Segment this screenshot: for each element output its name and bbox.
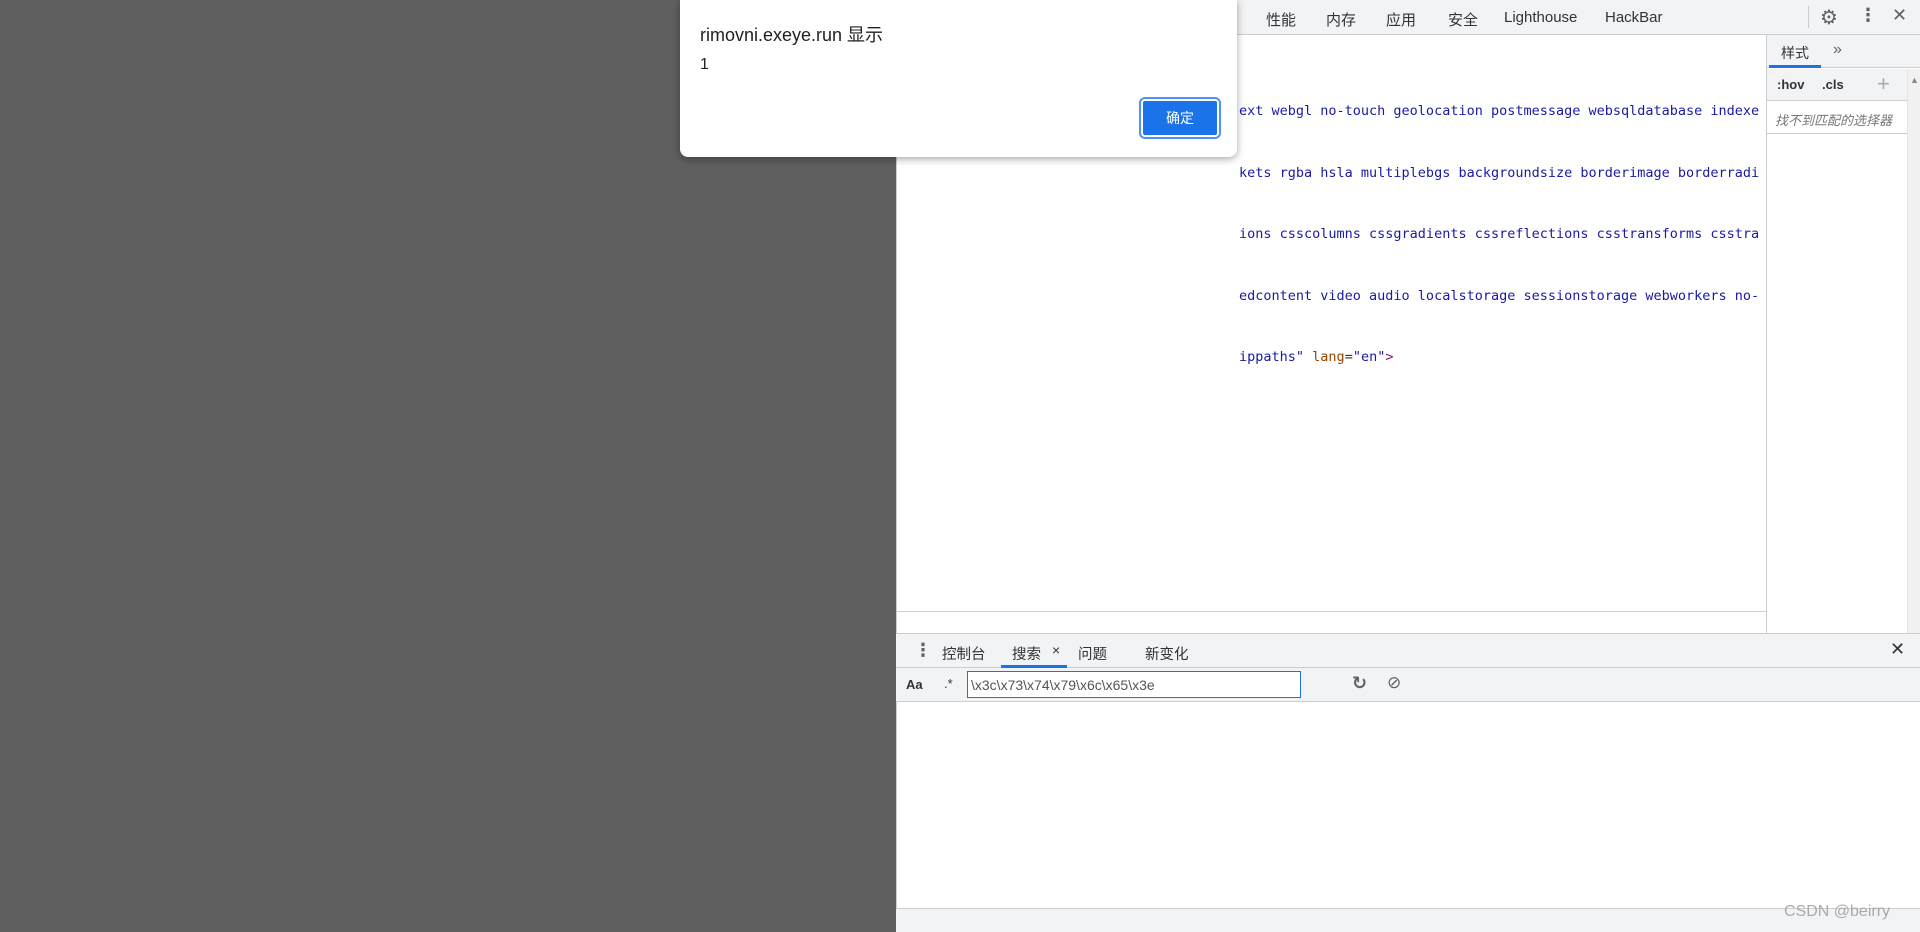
regex-button[interactable]: .* (944, 676, 953, 691)
hov-button[interactable]: :hov (1777, 77, 1804, 92)
watermark: CSDN @beirry (1784, 903, 1891, 920)
code-line: edcontent video audio localstorage sessi… (1239, 287, 1760, 304)
ok-button[interactable]: 确定 (1139, 97, 1221, 139)
status-bar (896, 908, 1920, 932)
alert-dialog: rimovni.exeye.run 显示 1 确定 (680, 0, 1237, 157)
code-line: ext webgl no-touch geolocation postmessa… (1239, 103, 1760, 119)
styles-toolbar: :hov .cls + (1767, 69, 1907, 101)
divider (1808, 6, 1809, 28)
elements-dom-tree[interactable]: ext webgl no-touch geolocation postmessa… (1239, 60, 1764, 388)
dialog-title: rimovni.exeye.run 显示 (700, 25, 884, 45)
styles-pane: 样式 » :hov .cls + 找不到匹配的选择器 ▲ (1766, 35, 1920, 633)
close-icon[interactable]: ✕ (1892, 5, 1907, 26)
search-toolbar: Aa .* ↻ ⊘ (896, 668, 1920, 702)
cls-button[interactable]: .cls (1822, 77, 1844, 92)
code-line: ippaths" lang="en"> (1239, 347, 1764, 368)
match-case-button[interactable]: Aa (906, 677, 923, 692)
clear-icon[interactable]: ⊘ (1387, 673, 1401, 693)
tag-close: > (1385, 349, 1394, 365)
tab-issues[interactable]: 问题 (1078, 643, 1107, 664)
tab-hackbar[interactable]: HackBar (1605, 9, 1663, 26)
tab-memory[interactable]: 内存 (1326, 9, 1356, 30)
tab-styles[interactable]: 样式 (1781, 43, 1809, 63)
drawer-tab-bar: ⋮ 控制台 搜索 × 问题 新变化 ✕ (896, 633, 1920, 668)
attr-name: lang (1312, 349, 1345, 365)
more-vertical-icon[interactable]: ⋮ (1859, 5, 1877, 26)
tab-application[interactable]: 应用 (1386, 9, 1416, 30)
code-line: kets rgba hsla multiplebgs backgroundsiz… (1239, 164, 1760, 181)
more-tabs-chevron-icon[interactable]: » (1833, 41, 1842, 59)
attr-value: "en" (1352, 349, 1386, 365)
code-line: ions csscolumns cssgradients cssreflecti… (1239, 226, 1760, 242)
no-matching-selector-text: 找不到匹配的选择器 (1775, 113, 1893, 128)
gear-icon[interactable]: ⚙ (1820, 5, 1838, 30)
dialog-message: 1 (700, 56, 709, 73)
styles-scrollbar[interactable]: ▲ (1907, 69, 1920, 633)
search-input[interactable] (967, 671, 1301, 698)
active-tab-indicator (1769, 65, 1821, 68)
tab-security[interactable]: 安全 (1448, 9, 1478, 30)
tab-performance[interactable]: 性能 (1266, 9, 1296, 30)
styles-tab-bar: 样式 » (1767, 35, 1920, 68)
elements-bottom-border (897, 611, 1767, 612)
equals: = (1344, 349, 1353, 365)
tab-lighthouse[interactable]: Lighthouse (1504, 9, 1577, 26)
scroll-up-icon[interactable]: ▲ (1910, 75, 1919, 85)
close-search-tab-icon[interactable]: × (1052, 642, 1060, 658)
styles-empty: 找不到匹配的选择器 (1767, 102, 1907, 134)
tab-search[interactable]: 搜索 (1012, 643, 1041, 664)
new-rule-plus-icon[interactable]: + (1877, 71, 1890, 97)
refresh-icon[interactable]: ↻ (1352, 673, 1367, 694)
drawer: ⋮ 控制台 搜索 × 问题 新变化 ✕ Aa .* ↻ ⊘ (896, 633, 1920, 932)
tab-console[interactable]: 控制台 (942, 643, 986, 664)
drawer-menu-icon[interactable]: ⋮ (914, 640, 932, 661)
tab-changes[interactable]: 新变化 (1145, 643, 1189, 664)
close-drawer-icon[interactable]: ✕ (1890, 639, 1905, 660)
attr-value: ippaths" (1239, 349, 1305, 365)
